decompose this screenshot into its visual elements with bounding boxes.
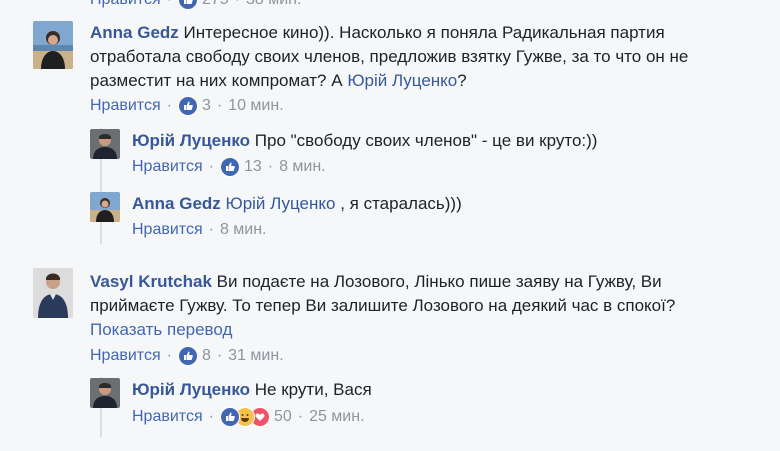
comment-body: Anna Gedz Юрій Луценко , я старалась))) bbox=[132, 192, 752, 216]
timestamp[interactable]: 10 мин. bbox=[228, 97, 283, 115]
top-time[interactable]: 38 мин. bbox=[246, 0, 301, 9]
reaction-count: 13 bbox=[243, 158, 262, 175]
like-icon bbox=[219, 157, 240, 177]
reactions[interactable] bbox=[219, 407, 270, 427]
comment-text-after: ? bbox=[457, 71, 467, 90]
comment-author[interactable]: Юрій Луценко bbox=[132, 131, 250, 150]
comment-actions: Нравится · 13 · 8 мин. bbox=[132, 157, 326, 177]
avatar[interactable] bbox=[90, 129, 120, 159]
like-icon bbox=[177, 96, 198, 116]
mention-link[interactable]: Юрій Луценко bbox=[347, 71, 457, 90]
comment-text: , я старалась))) bbox=[335, 194, 462, 213]
reactions[interactable] bbox=[177, 346, 198, 366]
like-icon bbox=[177, 0, 198, 10]
like-icon bbox=[177, 346, 198, 366]
like-link[interactable]: Нравится bbox=[132, 221, 203, 239]
like-link[interactable]: Нравится bbox=[132, 158, 203, 176]
like-icon bbox=[219, 407, 240, 427]
avatar[interactable] bbox=[90, 192, 120, 222]
comment-body: Юрій Луценко Про "свободу своих членов" … bbox=[132, 129, 752, 153]
timestamp[interactable]: 25 мин. bbox=[309, 408, 364, 426]
top-like-link[interactable]: Нравится bbox=[90, 0, 161, 9]
reaction-count: 3 bbox=[201, 97, 211, 114]
timestamp[interactable]: 31 мин. bbox=[228, 347, 283, 365]
top-reactions[interactable] bbox=[177, 0, 198, 10]
comment-actions: Нравится · 3 · 10 мин. bbox=[90, 96, 284, 116]
comment-author[interactable]: Anna Gedz bbox=[132, 194, 221, 213]
top-count: 275 bbox=[202, 0, 229, 9]
comment-body: Юрій Луценко Не крути, Вася bbox=[132, 378, 752, 402]
comment-text: Не крути, Вася bbox=[254, 380, 372, 399]
comment-author[interactable]: Vasyl Krutchak bbox=[90, 272, 212, 291]
comment-body: Vasyl Krutchak Ви подаєте на Лозового, Л… bbox=[90, 270, 750, 318]
comment-actions: Нравится · 50 · 25 мин. bbox=[132, 407, 365, 427]
comment-text: Про "свободу своих членов" - це ви круто… bbox=[254, 131, 598, 150]
comment-actions: Нравится · 8 мин. bbox=[132, 221, 267, 239]
avatar[interactable] bbox=[33, 268, 73, 318]
comment-actions: Нравится · 8 · 31 мин. bbox=[90, 346, 284, 366]
like-link[interactable]: Нравится bbox=[132, 408, 203, 426]
timestamp[interactable]: 8 мин. bbox=[279, 158, 326, 176]
reaction-count: 50 bbox=[273, 408, 292, 425]
reaction-count: 8 bbox=[201, 347, 211, 364]
reactions[interactable] bbox=[177, 96, 198, 116]
comment-author[interactable]: Юрій Луценко bbox=[132, 380, 250, 399]
comment-author[interactable]: Anna Gedz bbox=[90, 23, 179, 42]
mention-link[interactable]: Юрій Луценко bbox=[226, 194, 336, 213]
comment-body: Anna Gedz Интересное кино)). Насколько я… bbox=[90, 21, 750, 93]
show-translation-link[interactable]: Показать перевод bbox=[90, 318, 232, 342]
avatar[interactable] bbox=[33, 21, 73, 69]
like-link[interactable]: Нравится bbox=[90, 347, 161, 365]
like-link[interactable]: Нравится bbox=[90, 97, 161, 115]
timestamp[interactable]: 8 мин. bbox=[220, 221, 267, 239]
top-partial-actions: Нравится · 275 · 38 мин. bbox=[90, 0, 301, 10]
avatar[interactable] bbox=[90, 378, 120, 408]
reactions[interactable] bbox=[219, 157, 240, 177]
